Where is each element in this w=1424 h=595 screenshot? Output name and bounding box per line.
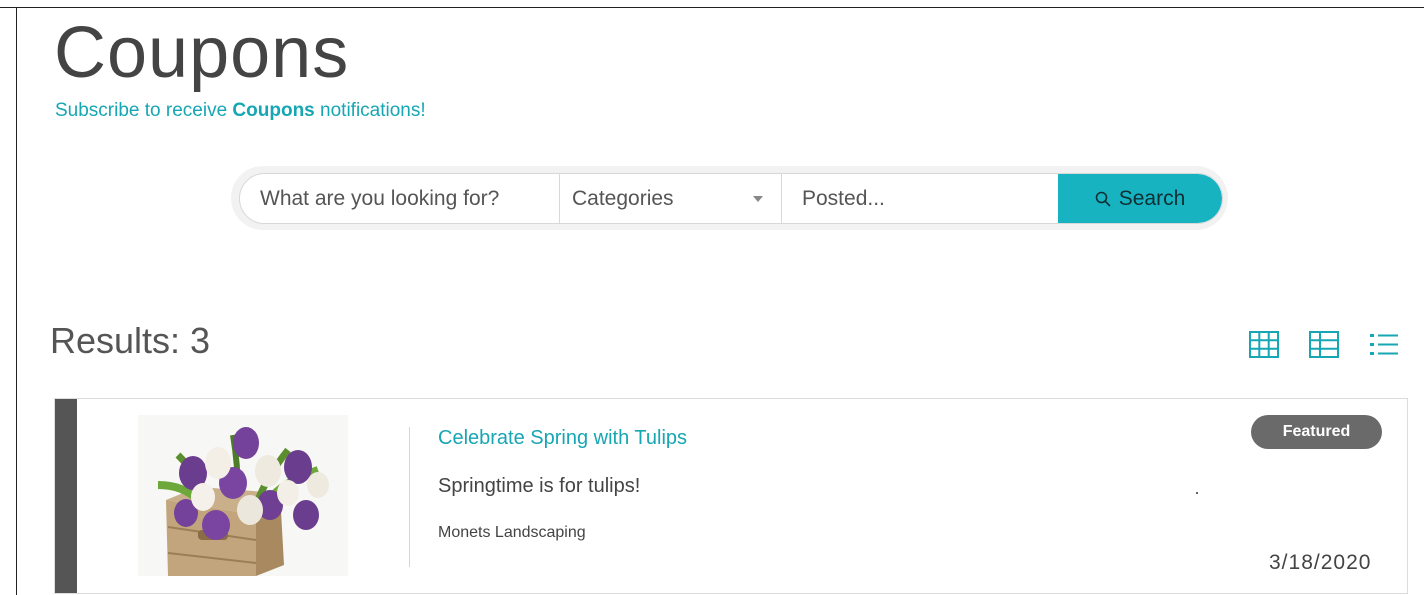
search-button-label: Search xyxy=(1118,186,1186,210)
subscribe-link-text[interactable]: Subscribe to receive Coupons notificatio… xyxy=(55,100,426,121)
keyword-search-input[interactable] xyxy=(258,185,559,212)
subscribe-link[interactable]: Subscribe to receive Coupons notificatio… xyxy=(55,100,426,122)
search-button[interactable]: Search xyxy=(1058,174,1222,223)
listing-title-link[interactable]: Celebrate Spring with Tulips xyxy=(438,427,687,450)
categories-dropdown[interactable]: Categories xyxy=(560,174,782,223)
page-title: Coupons xyxy=(54,13,350,93)
search-bar: Categories Search xyxy=(239,173,1223,224)
subscribe-prefix: Subscribe to receive xyxy=(55,100,233,121)
list-view-icon[interactable] xyxy=(1369,331,1399,358)
listing-card[interactable]: Celebrate Spring with Tulips Springtime … xyxy=(54,398,1408,594)
tulips-photo-icon xyxy=(138,415,348,576)
search-icon xyxy=(1095,191,1111,206)
card-divider xyxy=(409,427,410,567)
view-toggle-group xyxy=(1249,331,1399,358)
window-frame-left xyxy=(16,7,17,595)
subscribe-suffix: notifications! xyxy=(314,100,426,121)
grid-view-icon[interactable] xyxy=(1249,331,1279,358)
posted-field-wrapper xyxy=(782,174,1058,223)
listing-business-name: Monets Landscaping xyxy=(438,524,586,541)
categories-dropdown-value: Categories xyxy=(572,186,674,210)
table-view-icon[interactable] xyxy=(1309,331,1339,358)
featured-badge: Featured xyxy=(1251,415,1382,449)
window-frame-top xyxy=(0,7,1424,8)
keyword-field-wrapper xyxy=(240,174,560,223)
subscribe-emphasis: Coupons xyxy=(232,100,315,121)
posted-date-input[interactable] xyxy=(800,185,1058,212)
chevron-down-icon xyxy=(753,195,763,202)
featured-accent-bar xyxy=(55,399,77,593)
listing-date: 3/18/2020 xyxy=(1269,551,1372,574)
listing-image[interactable] xyxy=(138,415,348,576)
results-count: Results: 3 xyxy=(50,320,211,361)
stray-dot xyxy=(1196,492,1198,494)
listing-description: Springtime is for tulips! xyxy=(438,475,641,497)
